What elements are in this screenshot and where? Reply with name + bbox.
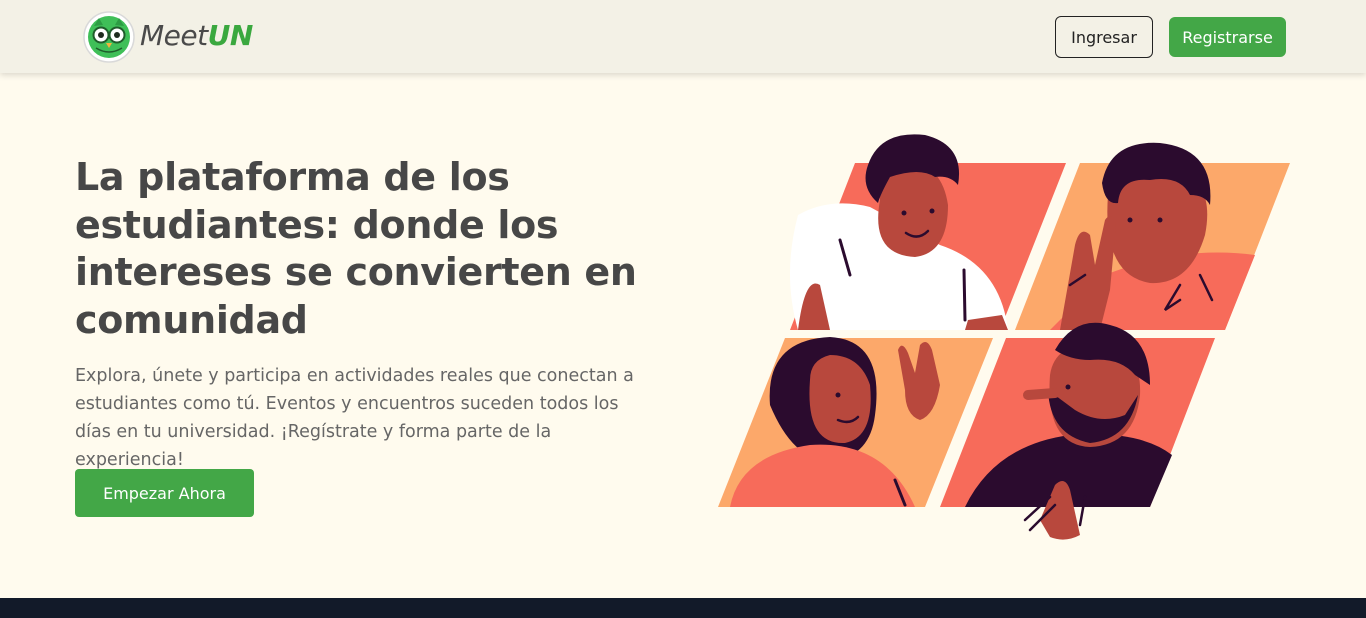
hero-title: La plataforma de los estudiantes: donde … xyxy=(75,155,637,342)
owl-icon xyxy=(83,11,135,63)
brand-logo[interactable]: MeetUN xyxy=(82,10,253,64)
login-button[interactable]: Ingresar xyxy=(1055,16,1153,58)
top-navbar: MeetUN Ingresar Registrarse xyxy=(0,0,1366,73)
register-button[interactable]: Registrarse xyxy=(1169,17,1286,57)
hero-subtitle: Explora, únete y participa en actividade… xyxy=(75,366,634,470)
footer-band xyxy=(0,598,1366,618)
video-call-students-illustration xyxy=(718,134,1290,540)
brand-name-un: UN xyxy=(207,19,254,52)
start-now-button[interactable]: Empezar Ahora xyxy=(75,469,254,517)
brand-name: MeetUN xyxy=(140,22,253,50)
brand-name-meet: Meet xyxy=(140,19,208,52)
